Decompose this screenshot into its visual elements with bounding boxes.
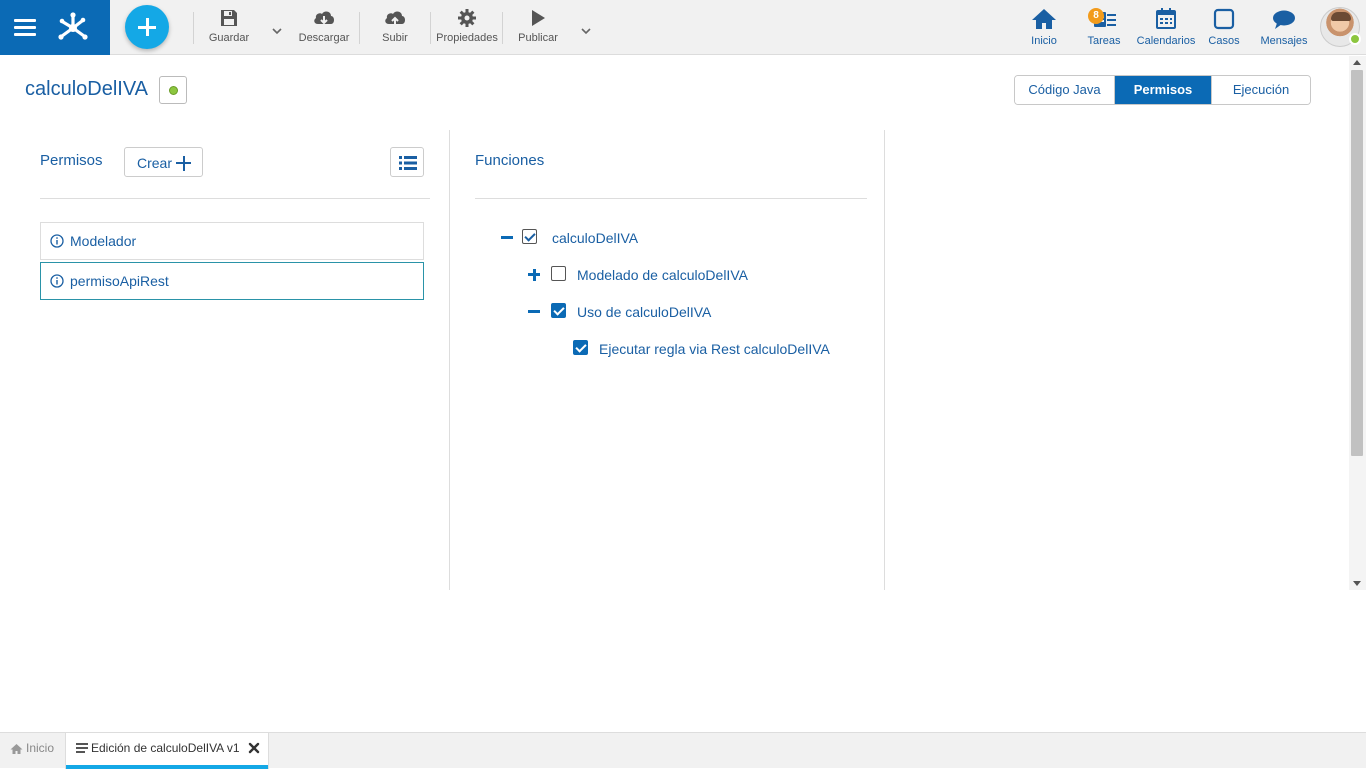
- permission-item-modelador[interactable]: Modelador: [40, 222, 424, 260]
- function-checkbox[interactable]: [573, 340, 588, 355]
- tree-node-label[interactable]: Uso de calculoDelIVA: [577, 304, 711, 320]
- publish-options-chevron-down-icon[interactable]: [581, 22, 591, 35]
- calendar-icon: [1135, 7, 1197, 31]
- scroll-down-arrow-icon[interactable]: [1353, 581, 1361, 586]
- bottom-tab-label: Inicio: [26, 741, 55, 755]
- tree-node-modelado: Modelado de calculoDelIVA: [527, 265, 877, 287]
- nav-tasks-button[interactable]: 8 Tareas: [1084, 7, 1124, 47]
- page-title: calculoDelIVA: [25, 78, 149, 100]
- permission-item-permisoapirest[interactable]: permisoApiRest: [40, 262, 424, 300]
- expand-plus-icon[interactable]: [527, 267, 541, 281]
- home-icon: [1026, 7, 1062, 31]
- create-new-button[interactable]: [125, 5, 169, 49]
- publish-button[interactable]: Publicar: [516, 8, 560, 44]
- tree-node-uso: Uso de calculoDelIVA: [527, 302, 877, 324]
- function-checkbox[interactable]: [551, 266, 566, 281]
- status-indicator-button[interactable]: [159, 76, 187, 104]
- functions-heading: Funciones: [475, 152, 545, 169]
- online-status-indicator: [1349, 33, 1361, 45]
- toolbar-divider: [359, 12, 360, 44]
- tree-node-label[interactable]: Modelado de calculoDelIVA: [577, 267, 748, 283]
- upload-button[interactable]: Subir: [378, 8, 412, 44]
- top-toolbar: Guardar Descargar Subir Propiedades Publ…: [0, 0, 1366, 55]
- publish-label: Publicar: [518, 32, 558, 44]
- panel-divider: [884, 130, 885, 590]
- hamburger-menu-icon[interactable]: [14, 19, 36, 36]
- create-permission-button[interactable]: Crear: [124, 147, 203, 177]
- status-dot-icon: [169, 86, 178, 95]
- nav-tasks-label: Tareas: [1087, 35, 1121, 47]
- nav-home-button[interactable]: Inicio: [1026, 7, 1062, 47]
- nav-cases-button[interactable]: Casos: [1206, 7, 1242, 47]
- list-view-button[interactable]: [390, 147, 424, 177]
- bottom-tab-bar: Inicio Edición de calculoDelIVA v1: [0, 732, 1366, 769]
- save-label: Guardar: [208, 32, 250, 44]
- create-label: Crear: [137, 155, 173, 171]
- permission-label: permisoApiRest: [70, 273, 169, 289]
- nav-calendars-label: Calendarios: [1136, 35, 1196, 47]
- brand-area: [0, 0, 110, 55]
- collapse-minus-icon[interactable]: [527, 304, 541, 318]
- properties-button[interactable]: Propiedades: [436, 8, 498, 44]
- close-tab-icon[interactable]: [248, 742, 260, 754]
- chat-bubble-icon: [1258, 7, 1310, 31]
- toolbar-divider: [502, 12, 503, 44]
- nav-cases-label: Casos: [1208, 35, 1240, 47]
- play-icon: [516, 8, 560, 28]
- cloud-download-icon: [298, 8, 350, 28]
- nav-home-label: Inicio: [1031, 35, 1057, 47]
- scroll-up-arrow-icon[interactable]: [1353, 60, 1361, 65]
- upload-label: Subir: [382, 32, 408, 44]
- floppy-disk-icon: [207, 8, 251, 28]
- tab-ejecucion[interactable]: Ejecución: [1211, 76, 1310, 104]
- tree-node-root: calculoDelIVA: [500, 228, 880, 250]
- gear-icon: [436, 8, 498, 28]
- permissions-heading: Permisos: [40, 152, 103, 169]
- save-options-chevron-down-icon[interactable]: [272, 22, 282, 35]
- view-tabs: Código Java Permisos Ejecución: [1014, 75, 1311, 105]
- nav-messages-button[interactable]: Mensajes: [1258, 7, 1310, 47]
- home-icon: [10, 743, 23, 758]
- editor-icon: [76, 743, 88, 757]
- case-square-icon: [1206, 7, 1242, 31]
- tree-node-label[interactable]: Ejecutar regla via Rest calculoDelIVA: [599, 341, 830, 357]
- function-checkbox[interactable]: [551, 303, 566, 318]
- download-button[interactable]: Descargar: [298, 8, 350, 44]
- nav-calendars-button[interactable]: Calendarios: [1135, 7, 1197, 47]
- bottom-tab-label: Edición de calculoDelIVA v1: [91, 741, 240, 755]
- tree-node-ejecutar: Ejecutar regla via Rest calculoDelIVA: [572, 339, 872, 361]
- vertical-scrollbar[interactable]: [1349, 56, 1366, 590]
- save-button[interactable]: Guardar: [207, 8, 251, 44]
- properties-label: Propiedades: [436, 32, 498, 44]
- tasks-count-badge: 8: [1088, 8, 1104, 24]
- toolbar-divider: [430, 12, 431, 44]
- function-checkbox[interactable]: [522, 229, 537, 244]
- collapse-minus-icon[interactable]: [500, 230, 514, 244]
- nav-messages-label: Mensajes: [1260, 35, 1308, 47]
- divider: [40, 198, 430, 199]
- app-logo-icon[interactable]: [54, 8, 92, 46]
- tab-permisos[interactable]: Permisos: [1114, 76, 1211, 104]
- tab-codigo-java[interactable]: Código Java: [1015, 76, 1114, 104]
- divider: [475, 198, 867, 199]
- bottom-tab-edicion[interactable]: Edición de calculoDelIVA v1: [65, 733, 269, 769]
- list-icon: [399, 156, 417, 170]
- download-label: Descargar: [298, 32, 350, 44]
- info-icon[interactable]: [50, 274, 64, 288]
- panel-divider: [449, 130, 450, 590]
- bottom-tab-inicio[interactable]: Inicio: [0, 733, 66, 769]
- info-icon[interactable]: [50, 234, 64, 248]
- permission-label: Modelador: [70, 233, 137, 249]
- scrollbar-thumb[interactable]: [1351, 70, 1363, 456]
- toolbar-divider: [193, 12, 194, 44]
- cloud-upload-icon: [378, 8, 412, 28]
- plus-icon: [176, 155, 191, 171]
- tree-node-label[interactable]: calculoDelIVA: [552, 230, 638, 246]
